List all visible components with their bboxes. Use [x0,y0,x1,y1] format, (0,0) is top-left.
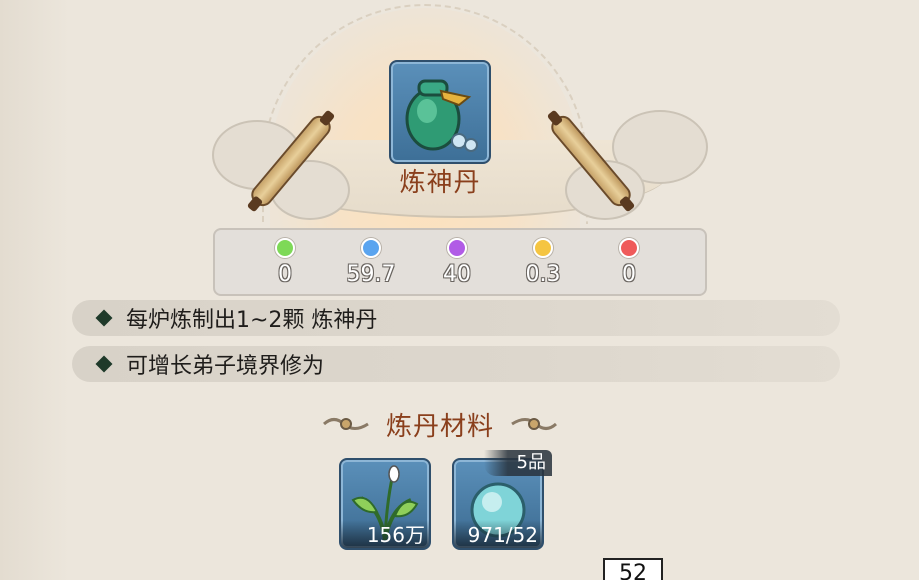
green-orb-icon [275,238,295,258]
purple-orb-icon [447,238,467,258]
stat-value: 40 [443,262,471,287]
stat-blue: 59.7 [331,230,411,298]
quantity-input[interactable]: 52 [603,558,663,580]
main-item-slot[interactable] [389,60,491,164]
material-slot-herb[interactable]: 156万 [339,458,431,550]
yellow-orb-icon [533,238,553,258]
material-count: 971/52 [454,520,542,548]
stat-value: 59.7 [346,262,396,287]
stat-value: 0.3 [525,262,561,287]
materials-section-header: 炼丹材料 [306,402,574,446]
grade-badge: 5品 [484,450,552,476]
stat-green: 0 [245,230,325,298]
materials-section-title: 炼丹材料 [385,411,494,442]
diamond-bullet-icon [95,309,113,327]
material-count: 156万 [341,520,429,548]
stat-purple: 40 [417,230,497,298]
cloud-ornament-right-icon [510,413,558,435]
description-text: 可增长弟子境界修为 [126,354,325,379]
background-shade [0,0,70,580]
stat-value: 0 [278,262,292,287]
description-row: 每炉炼制出1~2颗 炼神丹 [72,300,840,336]
stat-value: 0 [622,262,636,287]
stat-red: 0 [589,230,669,298]
description-text: 每炉炼制出1~2颗 炼神丹 [126,308,378,333]
red-orb-icon [619,238,639,258]
description-row: 可增长弟子境界修为 [72,346,840,382]
stat-yellow: 0.3 [503,230,583,298]
cloud-ornament-left-icon [322,413,370,435]
item-name: 炼神丹 [399,168,481,198]
diamond-bullet-icon [95,355,113,373]
medicine-pouch-icon [405,79,478,152]
attribute-stats-panel: 0 59.7 40 0.3 0 [213,228,707,296]
blue-orb-icon [361,238,381,258]
